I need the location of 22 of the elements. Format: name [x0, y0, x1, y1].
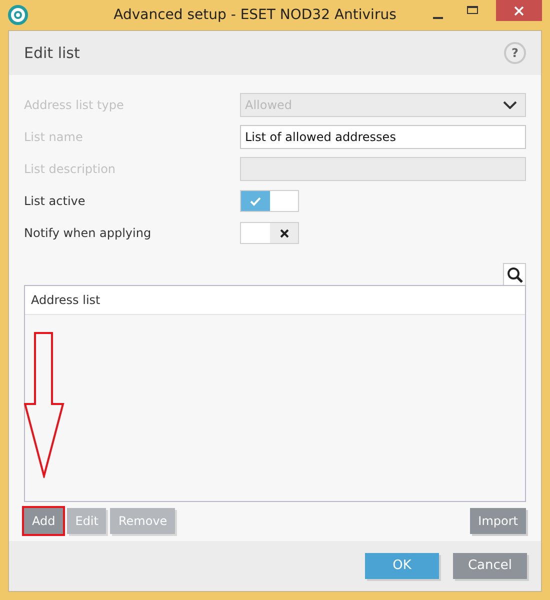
close-button[interactable] [496, 0, 542, 21]
import-button[interactable]: Import [470, 508, 526, 534]
app-logo-icon [8, 5, 28, 25]
x-icon [280, 228, 288, 238]
field-label: Notify when applying [24, 225, 152, 242]
page-title: Edit list [24, 42, 80, 64]
list-button[interactable]: Add [24, 508, 64, 534]
check-icon [250, 196, 261, 206]
chevron-down-icon [503, 101, 517, 109]
text-field[interactable]: List of allowed addresses [240, 125, 526, 149]
toggle-switch[interactable] [240, 222, 299, 244]
cancel-button[interactable]: Cancel [453, 553, 527, 579]
ok-button[interactable]: OK [365, 553, 439, 579]
close-icon [514, 6, 524, 16]
toggle-switch[interactable] [240, 190, 299, 212]
maximize-icon[interactable] [467, 6, 478, 14]
window-title: Advanced setup - ESET NOD32 Antivirus [112, 6, 398, 24]
help-button[interactable]: ? [504, 42, 526, 64]
column-header[interactable]: Address list [25, 291, 106, 309]
search-icon [506, 266, 522, 282]
search-button[interactable] [503, 263, 526, 285]
field-label: List active [24, 193, 86, 210]
